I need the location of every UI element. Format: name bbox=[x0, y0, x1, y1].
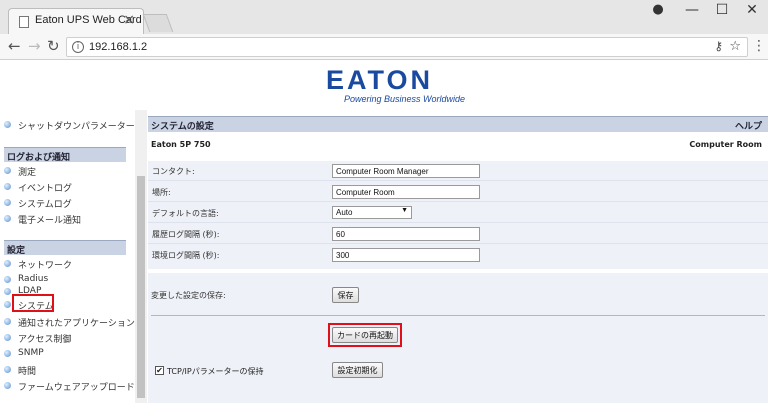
history-log-row: 履歴ログ間隔 (秒): 60 bbox=[148, 224, 768, 244]
contact-input[interactable]: Computer Room Manager bbox=[332, 164, 480, 178]
bullet-icon bbox=[4, 199, 11, 206]
url-text[interactable]: 192.168.1.2 bbox=[89, 41, 147, 53]
bullet-icon bbox=[4, 334, 11, 341]
language-selected-value: Auto bbox=[336, 208, 353, 217]
language-select[interactable]: Auto ▼ bbox=[332, 206, 412, 219]
bullet-icon bbox=[4, 215, 11, 222]
history-log-label: 履歴ログ間隔 (秒): bbox=[152, 230, 220, 239]
sidebar-scrollbar[interactable] bbox=[135, 110, 147, 403]
browser-titlebar: Eaton UPS Web Card × ● — ☐ ✕ bbox=[0, 0, 768, 34]
sidebar-item-label: ファームウェアアップロード bbox=[18, 383, 135, 393]
reload-icon[interactable]: ↻ bbox=[47, 37, 60, 55]
info-icon[interactable]: i bbox=[72, 41, 84, 53]
bullet-icon bbox=[4, 276, 11, 283]
ups-model: Eaton 5P 750 bbox=[151, 140, 211, 149]
bullet-icon bbox=[4, 183, 11, 190]
ups-location: Computer Room bbox=[689, 140, 762, 149]
sidebar-item-label: システムログ bbox=[18, 200, 72, 210]
sidebar-item-label: シャットダウンパラメーター bbox=[18, 122, 135, 132]
contact-row: コンタクト: Computer Room Manager bbox=[148, 161, 768, 181]
env-log-input[interactable]: 300 bbox=[332, 248, 480, 262]
keep-tcpip-checkbox[interactable]: ✔ bbox=[155, 366, 164, 375]
bullet-icon bbox=[4, 382, 11, 389]
save-settings-label: 変更した設定の保存: bbox=[151, 291, 226, 300]
env-log-row: 環境ログ間隔 (秒): 300 bbox=[148, 245, 768, 265]
eaton-logo: EATON Powering Business Worldwide bbox=[322, 65, 465, 105]
browser-tab[interactable]: Eaton UPS Web Card × bbox=[8, 8, 144, 34]
close-window-icon[interactable]: ✕ bbox=[734, 2, 768, 18]
sidebar-item-time[interactable]: 時間 bbox=[0, 362, 136, 378]
sidebar-item-label: 時間 bbox=[18, 367, 37, 377]
contact-label: コンタクト: bbox=[152, 167, 195, 176]
sidebar-item-label: 通知されたアプリケーション bbox=[18, 319, 135, 329]
language-label: デフォルトの言語: bbox=[152, 209, 219, 218]
bullet-icon bbox=[4, 318, 11, 325]
bullet-icon bbox=[4, 350, 11, 357]
history-log-input[interactable]: 60 bbox=[332, 227, 480, 241]
page-title: システムの設定 bbox=[151, 122, 214, 132]
sidebar-section-settings: 設定 bbox=[4, 240, 126, 256]
forward-icon[interactable]: → bbox=[28, 37, 41, 55]
new-tab-button[interactable] bbox=[142, 14, 174, 32]
bullet-icon bbox=[4, 301, 11, 308]
sidebar-item-notified-apps[interactable]: 通知されたアプリケーション bbox=[0, 314, 136, 330]
sidebar-item-label: イベントログ bbox=[18, 184, 73, 194]
logo-tagline: Powering Business Worldwide bbox=[344, 94, 466, 104]
divider bbox=[151, 315, 765, 316]
star-icon[interactable]: ☆ bbox=[729, 39, 741, 54]
sidebar-item-system-log[interactable]: システムログ bbox=[0, 195, 136, 211]
menu-icon[interactable]: ⋮ bbox=[752, 38, 766, 54]
bullet-icon bbox=[4, 288, 11, 295]
sidebar-item-firmware-upload[interactable]: ファームウェアアップロード bbox=[0, 378, 136, 394]
page-icon bbox=[19, 16, 29, 28]
save-button[interactable]: 保存 bbox=[332, 287, 359, 303]
panel-header: システムの設定 ヘルプ bbox=[148, 116, 768, 132]
highlight-box-system bbox=[12, 294, 54, 312]
system-settings-panel: システムの設定 ヘルプ Eaton 5P 750 Computer Room コ… bbox=[148, 113, 768, 403]
language-row: デフォルトの言語: Auto ▼ bbox=[148, 203, 768, 223]
sidebar-item-label: SNMP bbox=[18, 348, 44, 358]
close-tab-icon[interactable]: × bbox=[123, 12, 135, 28]
sidebar-item-shutdown-params[interactable]: シャットダウンパラメーター bbox=[0, 117, 136, 133]
scrollbar-thumb[interactable] bbox=[137, 176, 145, 398]
browser-navbar: ← → ↻ i 192.168.1.2 ⚷ ☆ bbox=[0, 34, 768, 60]
dropdown-arrow-icon: ▼ bbox=[401, 207, 408, 214]
sidebar-item-access-control[interactable]: アクセス制御 bbox=[0, 330, 136, 346]
sidebar-item-snmp[interactable]: SNMP bbox=[0, 346, 136, 362]
location-input[interactable]: Computer Room bbox=[332, 185, 480, 199]
sidebar: シャットダウンパラメーター ログおよび通知 測定 イベントログ システムログ 電… bbox=[0, 110, 136, 403]
sidebar-item-label: アクセス制御 bbox=[18, 335, 72, 345]
reset-settings-button[interactable]: 設定初期化 bbox=[332, 362, 383, 378]
bullet-icon bbox=[4, 167, 11, 174]
env-log-label: 環境ログ間隔 (秒): bbox=[152, 251, 220, 260]
location-label: 場所: bbox=[152, 188, 171, 197]
sidebar-item-measurement[interactable]: 測定 bbox=[0, 163, 136, 179]
actions-area bbox=[148, 273, 768, 403]
back-icon[interactable]: ← bbox=[8, 37, 21, 55]
location-row: 場所: Computer Room bbox=[148, 182, 768, 202]
sidebar-item-label: 電子メール通知 bbox=[18, 216, 82, 226]
sidebar-item-email-notify[interactable]: 電子メール通知 bbox=[0, 211, 136, 227]
bullet-icon bbox=[4, 260, 11, 267]
sidebar-item-label: 測定 bbox=[18, 168, 37, 178]
logo-word: EATON bbox=[326, 65, 434, 95]
keep-tcpip-label: TCP/IPパラメーターの保持 bbox=[167, 367, 264, 376]
sidebar-section-logs: ログおよび通知 bbox=[4, 147, 126, 163]
address-bar[interactable]: i 192.168.1.2 ⚷ ☆ bbox=[66, 37, 748, 57]
sidebar-item-label: ネットワーク bbox=[18, 261, 73, 271]
sidebar-item-network[interactable]: ネットワーク bbox=[0, 256, 136, 272]
bullet-icon bbox=[4, 121, 11, 128]
user-icon[interactable]: ● bbox=[640, 2, 676, 17]
bullet-icon bbox=[4, 366, 11, 373]
highlight-box-restart bbox=[328, 323, 402, 347]
sidebar-item-label: Radius bbox=[18, 274, 49, 284]
sidebar-item-event-log[interactable]: イベントログ bbox=[0, 179, 136, 195]
help-link[interactable]: ヘルプ bbox=[735, 119, 762, 132]
settings-form: コンタクト: Computer Room Manager 場所: Compute… bbox=[148, 161, 768, 269]
key-icon[interactable]: ⚷ bbox=[714, 39, 723, 53]
